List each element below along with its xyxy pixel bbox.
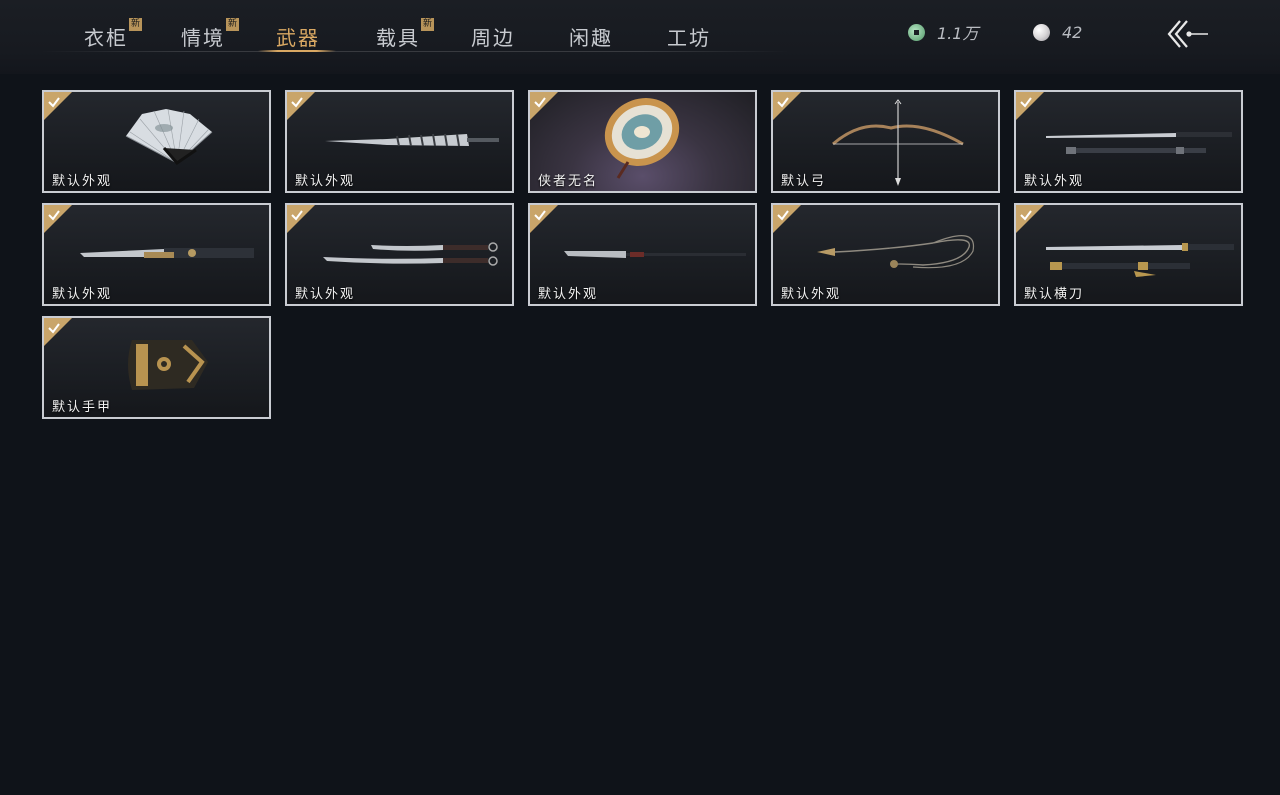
weapon-card-label: 默认横刀 [1024,287,1085,302]
weapon-card-label: 默认外观 [1024,174,1085,189]
weapon-card-dual-dao[interactable]: 默认外观 [285,203,514,306]
new-badge: 新 [129,18,142,31]
weapon-card-glaive[interactable]: 默认外观 [528,203,757,306]
pearl-currency: 42 [1033,20,1082,44]
weapon-card-hengdao[interactable]: 默认横刀 [1014,203,1243,306]
weapon-card-twin-swords[interactable]: 默认外观 [1014,90,1243,193]
check-icon [777,97,789,108]
weapon-card-label: 默认外观 [295,174,356,189]
weapon-card-label: 默认弓 [781,174,827,189]
tab-accessories[interactable]: 周边 [471,22,515,50]
weapon-card-label: 默认外观 [781,287,842,302]
jade-currency-value: 1.1万 [937,24,979,43]
weapon-card-label: 默认外观 [538,287,599,302]
weapon-card-label: 默认手甲 [52,400,113,415]
tab-workshop[interactable]: 工坊 [667,22,711,50]
check-icon [48,97,60,108]
tab-label: 工坊 [667,26,711,50]
tab-label: 衣柜 [84,26,128,50]
jade-currency: 1.1万 [908,20,978,44]
tab-label: 武器 [276,26,320,50]
check-icon [48,323,60,334]
check-icon [48,210,60,221]
check-icon [1020,97,1032,108]
weapon-card-rope-dart[interactable]: 默认外观 [771,203,1000,306]
jade-coin-icon [908,23,925,41]
back-arrow-icon [1167,20,1208,48]
weapon-card-sheathed-blade[interactable]: 默认外观 [42,203,271,306]
tab-label: 情境 [181,26,225,50]
tabs-divider [40,51,790,52]
active-tab-indicator [258,50,336,52]
check-icon [291,97,303,108]
tab-scenes[interactable]: 情境 新 [181,18,239,50]
weapon-card-bow[interactable]: 默认弓 [771,90,1000,193]
new-badge: 新 [421,18,434,31]
new-badge: 新 [226,18,239,31]
pearl-currency-value: 42 [1062,22,1083,42]
tab-weapons[interactable]: 武器 [276,22,320,50]
weapon-card-label: 侠者无名 [538,174,599,189]
weapon-card-label: 默认外观 [52,287,113,302]
check-icon [534,210,546,221]
back-button[interactable] [1166,18,1210,50]
weapon-card-label: 默认外观 [52,174,113,189]
check-icon [291,210,303,221]
tab-label: 闲趣 [569,26,613,50]
tab-label: 周边 [471,26,515,50]
tab-wardrobe[interactable]: 衣柜 新 [84,18,142,50]
check-icon [777,210,789,221]
pearl-icon [1033,23,1050,41]
weapon-card-parasol[interactable]: 侠者无名 [528,90,757,193]
tab-mounts[interactable]: 载具 新 [376,18,434,50]
tab-leisure[interactable]: 闲趣 [569,22,613,50]
top-navigation-bar: 衣柜 新 情境 新 武器 载具 新 周边 闲趣 工坊 1.1万 42 [0,0,1280,74]
weapon-card-gauntlet[interactable]: 默认手甲 [42,316,271,419]
weapon-card-label: 默认外观 [295,287,356,302]
weapon-card-umbrella[interactable]: 默认外观 [285,90,514,193]
weapon-card-fan[interactable]: 默认外观 [42,90,271,193]
check-icon [1020,210,1032,221]
tab-label: 载具 [376,26,420,50]
check-icon [534,97,546,108]
